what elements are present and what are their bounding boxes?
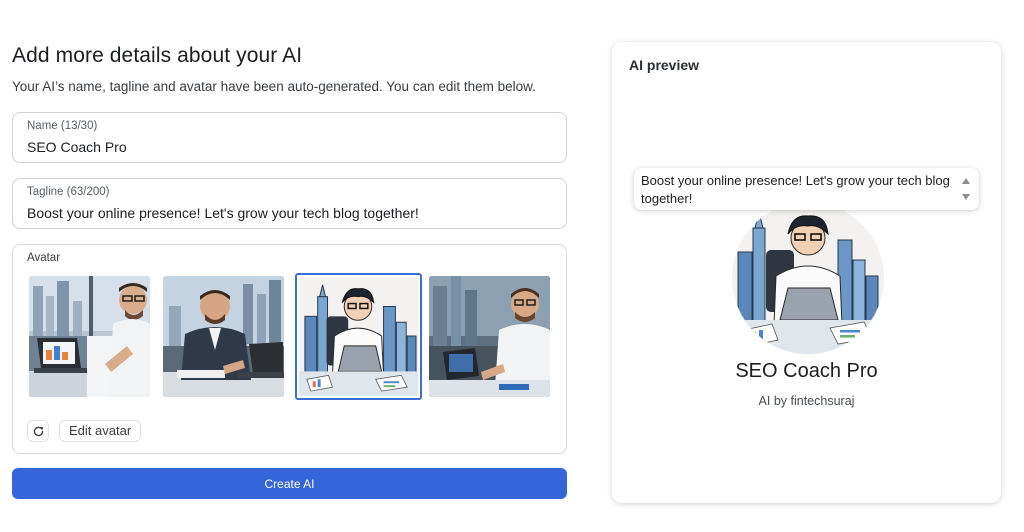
tagline-field[interactable]: Tagline (63/200) Boost your online prese…	[12, 178, 567, 229]
edit-avatar-button[interactable]: Edit avatar	[59, 420, 142, 442]
avatar-option-3-selected[interactable]	[295, 273, 422, 400]
scroll-up-icon[interactable]	[962, 178, 970, 184]
tagline-input[interactable]: Boost your online presence! Let's grow y…	[27, 205, 419, 221]
scroll-down-icon[interactable]	[962, 194, 970, 200]
name-field[interactable]: Name (13/30) SEO Coach Pro	[12, 112, 567, 163]
preview-tagline-text: Boost your online presence! Let's grow y…	[641, 173, 950, 206]
name-field-label: Name (13/30)	[27, 120, 98, 132]
refresh-icon	[33, 426, 43, 436]
preview-tagline: Boost your online presence! Let's grow y…	[634, 168, 979, 210]
preview-ai-author: AI by fintechsuraj	[758, 394, 855, 408]
avatar-section-label: Avatar	[27, 252, 61, 264]
preview-title: AI preview	[629, 57, 700, 73]
avatar-option-2[interactable]	[163, 276, 284, 397]
avatar-option-4[interactable]	[429, 276, 550, 397]
tagline-field-label: Tagline (63/200)	[27, 186, 110, 198]
page-subheading: Your AI’s name, tagline and avatar have …	[12, 79, 536, 94]
regenerate-avatar-button[interactable]	[27, 420, 49, 442]
name-input[interactable]: SEO Coach Pro	[27, 139, 127, 155]
avatar-option-1[interactable]	[29, 276, 150, 397]
preview-ai-name: SEO Coach Pro	[735, 360, 878, 382]
ai-preview-panel: AI preview Boost your online presence! L…	[612, 42, 1001, 503]
preview-avatar	[732, 202, 884, 354]
page-heading: Add more details about your AI	[12, 44, 303, 67]
create-ai-button[interactable]: Create AI	[12, 468, 567, 499]
avatar-section: Avatar Edit avatar	[12, 244, 567, 454]
